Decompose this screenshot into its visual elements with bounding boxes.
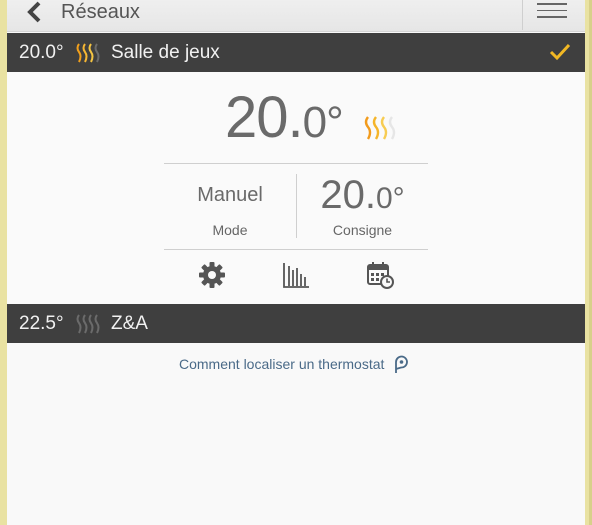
hamburger-menu-icon[interactable] — [535, 0, 569, 26]
zone-temperature: 20.0° — [19, 41, 64, 63]
top-bar: Réseaux — [7, 0, 585, 32]
heat-waves-icon — [76, 313, 100, 333]
heat-waves-icon — [76, 42, 100, 62]
locate-link-label: Comment localiser un thermostat — [179, 356, 385, 372]
divider — [164, 163, 428, 164]
gear-icon[interactable] — [197, 260, 227, 290]
footer-area: Comment localiser un thermostat — [7, 343, 585, 525]
back-button[interactable]: Réseaux — [25, 0, 140, 24]
calendar-clock-icon[interactable] — [365, 260, 395, 290]
zone-row-z-and-a[interactable]: 22.5° Z&A — [7, 304, 585, 343]
divider — [164, 249, 428, 250]
bar-chart-icon[interactable] — [281, 260, 311, 290]
setpoint-value[interactable]: 20.0° — [297, 172, 428, 222]
zone-name: Salle de jeux — [111, 41, 220, 63]
mode-label: Mode — [212, 222, 248, 238]
current-temperature: 20.0° — [225, 85, 344, 150]
zone-detail-panel: 20.0° Manuel Mode 20.0° Consigne — [7, 72, 585, 304]
zone-row-salle-de-jeux[interactable]: 20.0° Salle de jeux — [7, 33, 585, 72]
zone-temperature: 22.5° — [19, 312, 64, 334]
locate-thermostat-link[interactable]: Comment localiser un thermostat — [179, 354, 409, 374]
chevron-left-icon — [27, 1, 41, 23]
heat-waves-icon — [364, 116, 396, 140]
setpoint-label: Consigne — [332, 222, 393, 238]
menu-divider — [522, 0, 523, 30]
zone-name: Z&A — [111, 312, 148, 334]
back-label: Réseaux — [61, 1, 140, 23]
checkmark-icon — [549, 43, 571, 61]
mode-value[interactable]: Manuel — [164, 184, 296, 207]
location-pin-icon — [395, 355, 409, 373]
